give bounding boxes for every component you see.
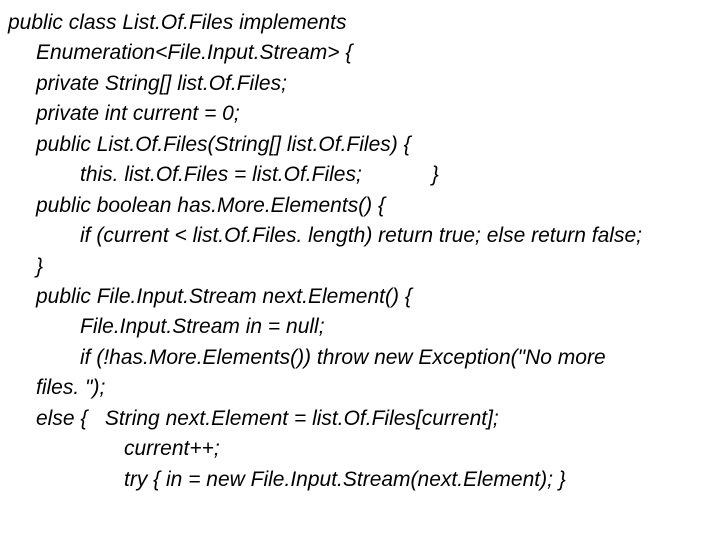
code-line: current++; [124,434,712,464]
code-line: public class List.Of.Files implements [8,8,712,38]
code-line: public List.Of.Files(String[] list.Of.Fi… [36,130,712,160]
code-line: } [36,252,712,282]
code-line: files. "); [36,373,712,403]
code-line: private String[] list.Of.Files; [36,69,712,99]
code-line: if (current < list.Of.Files. length) ret… [80,221,712,251]
code-line: Enumeration<File.Input.Stream> { [36,38,712,68]
code-line: public File.Input.Stream next.Element() … [36,282,712,312]
code-line: try { in = new File.Input.Stream(next.El… [124,465,712,495]
code-line: this. list.Of.Files = list.Of.Files; } [80,160,712,190]
code-line: else { String next.Element = list.Of.Fil… [36,404,712,434]
code-line: public boolean has.More.Elements() { [36,191,712,221]
code-line: File.Input.Stream in = null; [80,312,712,342]
code-line: private int current = 0; [36,99,712,129]
code-slide: public class List.Of.Files implements En… [0,0,720,495]
code-line: if (!has.More.Elements()) throw new Exce… [80,343,712,373]
